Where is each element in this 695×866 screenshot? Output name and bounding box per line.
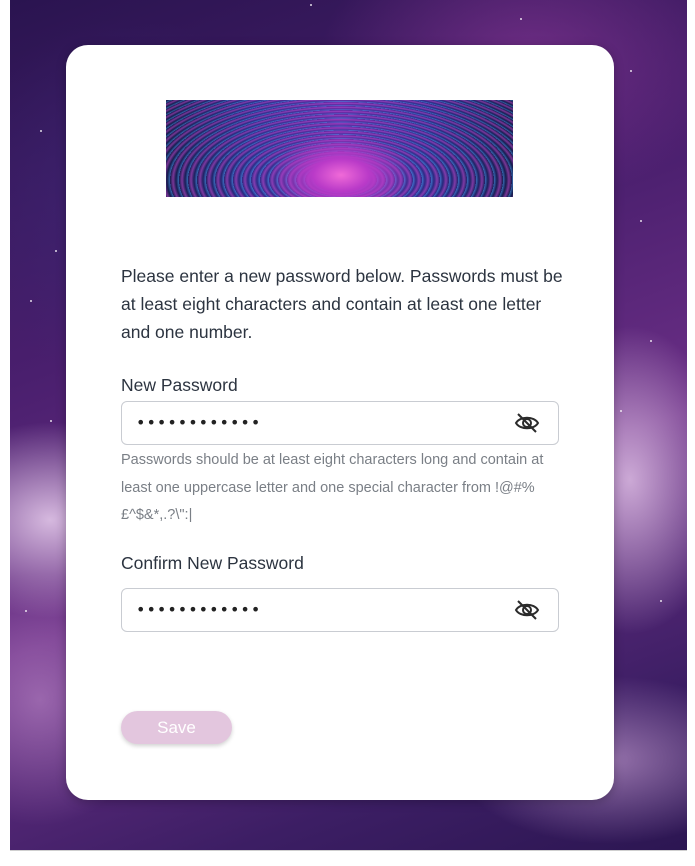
confirm-password-label: Confirm New Password (121, 553, 304, 573)
background-space-image: Please enter a new password below. Passw… (10, 0, 687, 851)
intro-text: Please enter a new password below. Passw… (121, 266, 563, 342)
new-password-label: New Password (121, 375, 238, 395)
new-password-field[interactable]: •••••••••••• (121, 401, 559, 445)
confirm-password-value: •••••••••••• (136, 600, 262, 619)
confirm-password-field[interactable]: •••••••••••• (121, 588, 559, 632)
save-button[interactable]: Save (121, 711, 232, 744)
new-password-value: •••••••••••• (136, 413, 262, 432)
eye-off-icon[interactable] (514, 411, 540, 435)
header-banner-image (166, 100, 513, 197)
eye-off-icon[interactable] (514, 598, 540, 622)
password-hint: Passwords should be at least eight chara… (121, 452, 544, 523)
reset-password-card: Please enter a new password below. Passw… (66, 45, 614, 800)
